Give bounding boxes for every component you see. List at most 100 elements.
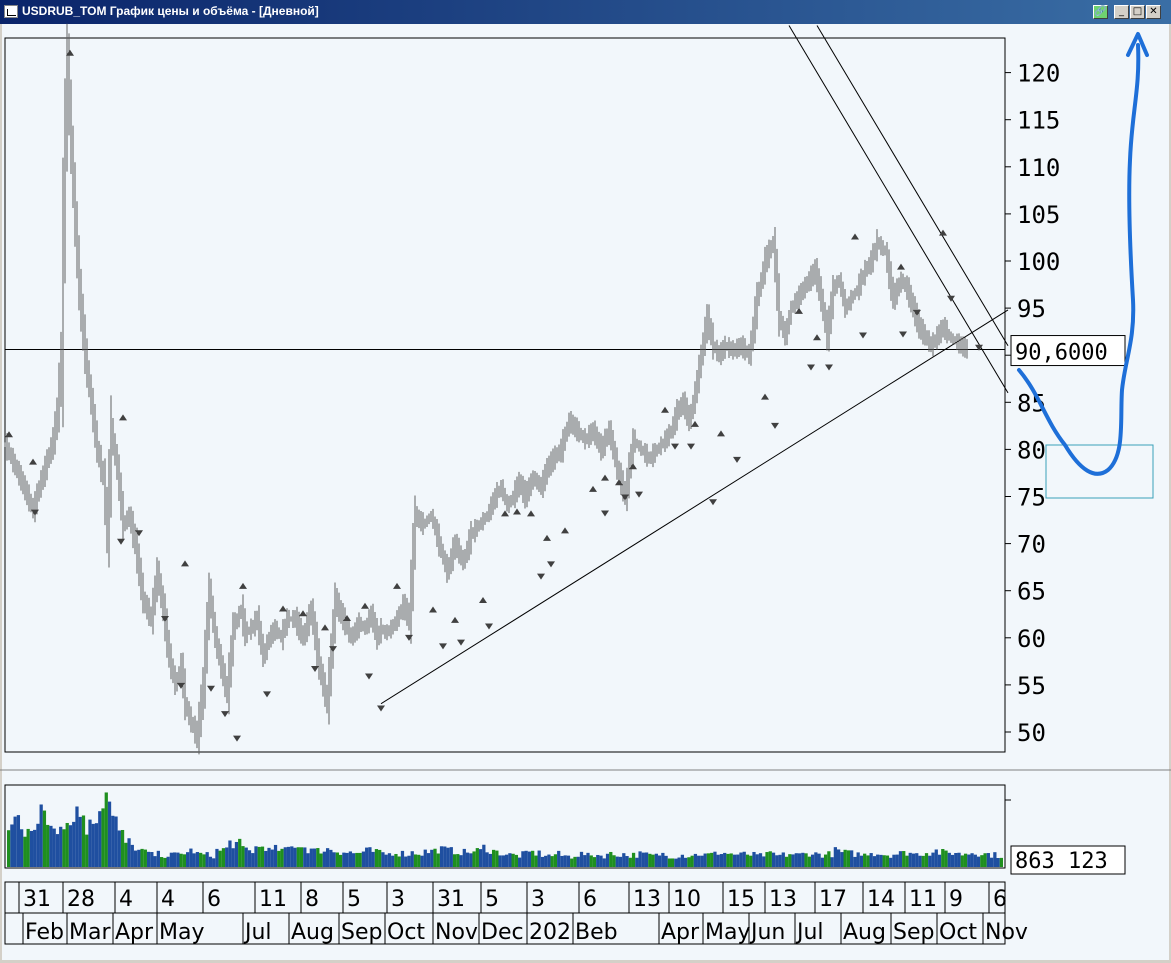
volume-bar bbox=[830, 857, 834, 867]
volume-bar bbox=[609, 851, 613, 867]
volume-bar bbox=[514, 854, 519, 867]
volume-bar bbox=[837, 849, 841, 867]
volume-bar bbox=[719, 854, 724, 867]
y-tick-label: 60 bbox=[1017, 625, 1046, 653]
month-label: Jul bbox=[795, 920, 824, 945]
volume-bar bbox=[931, 852, 935, 867]
month-label: Apr bbox=[115, 920, 154, 945]
volume-bar bbox=[378, 849, 382, 867]
volume-bar bbox=[765, 852, 769, 867]
volume-bar bbox=[840, 852, 844, 867]
volume-bar bbox=[918, 855, 922, 867]
volume-bar bbox=[238, 838, 242, 867]
volume-bar bbox=[104, 792, 108, 867]
volume-bar bbox=[566, 855, 571, 867]
volume-bar bbox=[775, 855, 779, 867]
volume-bar bbox=[202, 854, 206, 867]
volume-bar bbox=[410, 851, 414, 867]
volume-bar bbox=[218, 850, 222, 867]
volume-bar bbox=[631, 852, 636, 867]
volume-bar bbox=[33, 829, 37, 867]
volume-bar bbox=[482, 844, 486, 867]
volume-bar bbox=[277, 850, 281, 867]
volume-bar bbox=[521, 851, 525, 867]
price-panel: 1201151101051009590858075706560555090,60… bbox=[0, 23, 1171, 771]
day-label: 15 bbox=[727, 887, 755, 912]
volume-bar bbox=[267, 847, 271, 867]
volume-bar bbox=[472, 851, 476, 867]
volume-bar bbox=[976, 856, 981, 867]
volume-bar bbox=[654, 853, 658, 867]
volume-bar bbox=[215, 848, 219, 867]
volume-bar bbox=[879, 854, 883, 867]
month-label: May bbox=[705, 920, 750, 945]
volume-bar bbox=[62, 829, 66, 867]
y-tick-label: 115 bbox=[1017, 107, 1060, 135]
volume-bar bbox=[869, 853, 873, 867]
volume-bar bbox=[710, 852, 714, 867]
y-tick-label: 75 bbox=[1017, 484, 1046, 512]
volume-bar bbox=[446, 847, 450, 867]
volume-bar bbox=[742, 851, 746, 867]
volume-bar bbox=[843, 849, 847, 867]
volume-bar bbox=[163, 857, 167, 867]
volume-bar bbox=[687, 857, 691, 867]
volume-bar bbox=[553, 854, 558, 867]
volume-bar bbox=[306, 853, 310, 867]
volume-bar bbox=[146, 851, 151, 867]
volume-bar bbox=[937, 854, 942, 867]
volume-bar bbox=[78, 816, 82, 867]
volume-bar bbox=[186, 852, 190, 867]
volume-bar bbox=[296, 847, 300, 867]
price-volume-chart[interactable]: 1201151101051009590858075706560555090,60… bbox=[0, 0, 1171, 963]
volume-bar bbox=[303, 847, 307, 867]
month-label: Jun bbox=[749, 920, 785, 945]
volume-bar bbox=[156, 850, 160, 867]
volume-bar bbox=[963, 853, 968, 867]
volume-bar bbox=[244, 847, 248, 867]
volume-bar bbox=[934, 849, 938, 867]
volume-bar bbox=[426, 853, 431, 867]
volume-bar bbox=[85, 834, 89, 867]
volume-bar bbox=[153, 856, 157, 867]
day-label: 11 bbox=[909, 887, 937, 912]
volume-bar bbox=[941, 849, 945, 867]
volume-bar bbox=[599, 855, 603, 867]
volume-bar bbox=[570, 858, 574, 867]
volume-bar bbox=[989, 857, 994, 867]
volume-bar bbox=[199, 852, 203, 867]
month-label: Oct bbox=[387, 920, 425, 945]
volume-bar bbox=[205, 852, 209, 867]
volume-bar bbox=[794, 853, 798, 867]
volume-bar bbox=[81, 815, 86, 867]
volume-bar bbox=[999, 857, 1003, 867]
volume-bar bbox=[892, 854, 896, 867]
volume-bar bbox=[576, 856, 580, 867]
volume-bar bbox=[771, 852, 776, 867]
volume-bar bbox=[68, 825, 73, 867]
chart-window: USDRUB_TOM График цены и объёма - [Дневн… bbox=[0, 0, 1171, 963]
volume-bar bbox=[16, 815, 21, 867]
volume-bar bbox=[908, 852, 912, 867]
volume-bar bbox=[339, 854, 343, 867]
volume-bar bbox=[332, 852, 336, 867]
volume-bar bbox=[361, 851, 366, 867]
volume-bar bbox=[114, 816, 118, 867]
volume-bar bbox=[443, 846, 447, 867]
volume-bar bbox=[700, 855, 704, 867]
volume-bar bbox=[111, 815, 115, 867]
volume-bar bbox=[993, 852, 997, 867]
volume-bar bbox=[697, 855, 701, 867]
month-label: Aug bbox=[291, 920, 334, 945]
month-label: Feb bbox=[25, 920, 64, 945]
volume-bar bbox=[557, 850, 561, 867]
volume-bar bbox=[257, 846, 261, 867]
volume-bar bbox=[342, 852, 346, 867]
volume-bar bbox=[674, 858, 678, 867]
volume-bar bbox=[635, 857, 639, 867]
y-tick-label: 80 bbox=[1017, 436, 1046, 464]
y-tick-label: 95 bbox=[1017, 295, 1046, 323]
volume-bar bbox=[485, 852, 489, 867]
volume-bar bbox=[876, 854, 880, 867]
volume-bar bbox=[804, 853, 808, 867]
